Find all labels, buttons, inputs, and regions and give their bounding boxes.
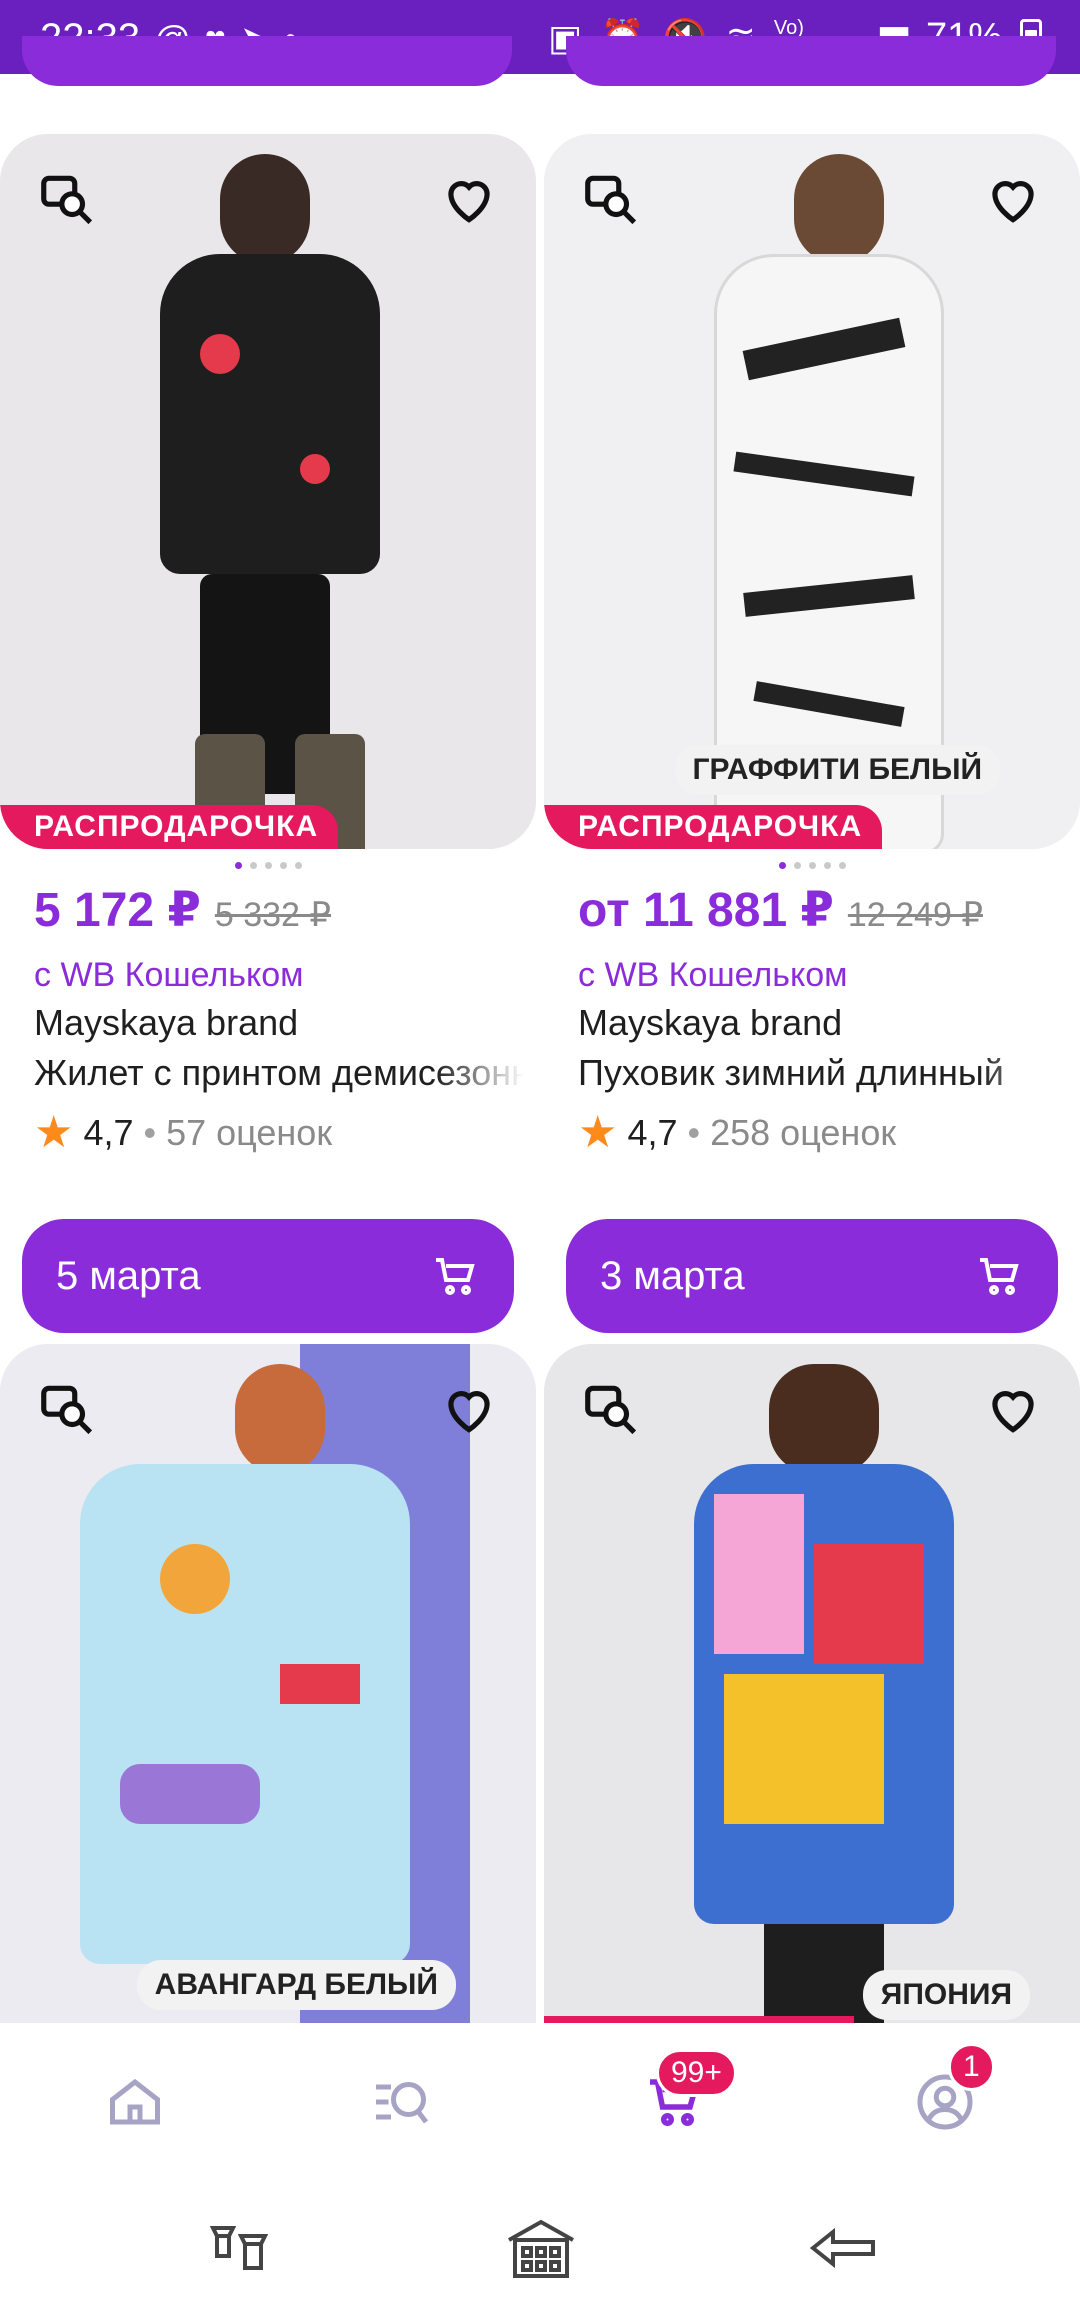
brand-name: Mayskaya brand [578, 1002, 843, 1043]
old-price: 5 332 ₽ [214, 896, 332, 934]
rating-row: ★ 4,7 • 57 оценок [34, 1108, 333, 1157]
similar-search-icon[interactable] [572, 1370, 650, 1448]
delivery-date: 5 марта [56, 1253, 201, 1298]
price: 5 172 ₽ [34, 884, 201, 937]
star-icon: ★ [34, 1108, 74, 1157]
lanterns-icon[interactable] [196, 2213, 286, 2283]
add-to-cart-button[interactable]: 3 марта [566, 1219, 1058, 1333]
reviews-count: 57 оценок [166, 1112, 333, 1153]
profile-badge: 1 [948, 2043, 995, 2091]
product-image[interactable]: АВАНГАРД БЕЛЫЙ [0, 1344, 536, 2024]
brand-name: Mayskaya brand [34, 1002, 299, 1043]
star-icon: ★ [578, 1108, 618, 1157]
catalog-search-icon[interactable] [366, 2067, 436, 2137]
similar-search-icon[interactable] [28, 160, 106, 238]
favorite-heart-icon[interactable] [430, 1370, 508, 1448]
product-image[interactable]: ГРАФФИТИ БЕЛЫЙ РАСПРОДАРОЧКА [544, 134, 1080, 849]
wallet-note: с WB Кошельком [34, 956, 304, 994]
sale-badge: РАСПРОДАРОЧКА [0, 805, 339, 849]
product-card[interactable]: ГРАФФИТИ БЕЛЫЙ РАСПРОДАРОЧКА от 11 881 ₽… [544, 134, 1080, 1333]
similar-search-icon[interactable] [572, 160, 650, 238]
image-color-label: АВАНГАРД БЕЛЫЙ [136, 1960, 456, 2010]
bottom-navigation: 99+ 1 [0, 2023, 1080, 2173]
prev-buy-button[interactable] [566, 36, 1056, 86]
price-row: 5 172 ₽ 5 332 ₽ [34, 882, 331, 938]
product-image[interactable]: ЯПОНИЯ [544, 1344, 1080, 2024]
price-row: от 11 881 ₽ 12 249 ₽ [578, 882, 983, 938]
home-icon[interactable] [100, 2067, 170, 2137]
cart-icon [980, 1258, 1019, 1295]
prev-buy-button[interactable] [22, 36, 512, 86]
product-card[interactable]: АВАНГАРД БЕЛЫЙ [0, 1344, 536, 2024]
image-color-label: ГРАФФИТИ БЕЛЫЙ [674, 745, 1000, 795]
separator-dot: • [143, 1112, 157, 1153]
price: от 11 881 ₽ [578, 884, 834, 937]
cart-badge: 99+ [656, 2049, 737, 2097]
product-title: Жилет с принтом демисезонный [34, 1052, 524, 1093]
wallet-note: с WB Кошельком [578, 956, 848, 994]
favorite-heart-icon[interactable] [974, 160, 1052, 238]
reviews-count: 258 оценок [710, 1112, 897, 1153]
rating-value: 4,7 [627, 1112, 678, 1153]
rating-row: ★ 4,7 • 258 оценок [578, 1108, 897, 1157]
product-card[interactable]: ЯПОНИЯ [544, 1344, 1080, 2024]
system-navigation [0, 2173, 1080, 2316]
separator-dot: • [687, 1112, 701, 1153]
add-to-cart-button[interactable]: 5 марта [22, 1219, 514, 1333]
favorite-heart-icon[interactable] [974, 1370, 1052, 1448]
back-arrow-icon[interactable] [800, 2213, 890, 2283]
product-title: Пуховик зимний длинный [578, 1052, 1004, 1093]
delivery-date: 3 марта [600, 1253, 745, 1298]
product-card[interactable]: РАСПРОДАРОЧКА 5 172 ₽ 5 332 ₽ с WB Кошел… [0, 134, 536, 1333]
old-price: 12 249 ₽ [847, 896, 983, 934]
home-building-icon[interactable] [496, 2213, 586, 2283]
image-pager-dots [544, 862, 1080, 869]
cart-icon [436, 1258, 475, 1295]
similar-search-icon[interactable] [28, 1370, 106, 1448]
image-pager-dots [0, 862, 536, 869]
rating-value: 4,7 [83, 1112, 134, 1153]
sale-badge: РАСПРОДАРОЧКА [544, 805, 883, 849]
product-image[interactable]: РАСПРОДАРОЧКА [0, 134, 536, 849]
favorite-heart-icon[interactable] [430, 160, 508, 238]
image-color-label: ЯПОНИЯ [862, 1970, 1030, 2020]
